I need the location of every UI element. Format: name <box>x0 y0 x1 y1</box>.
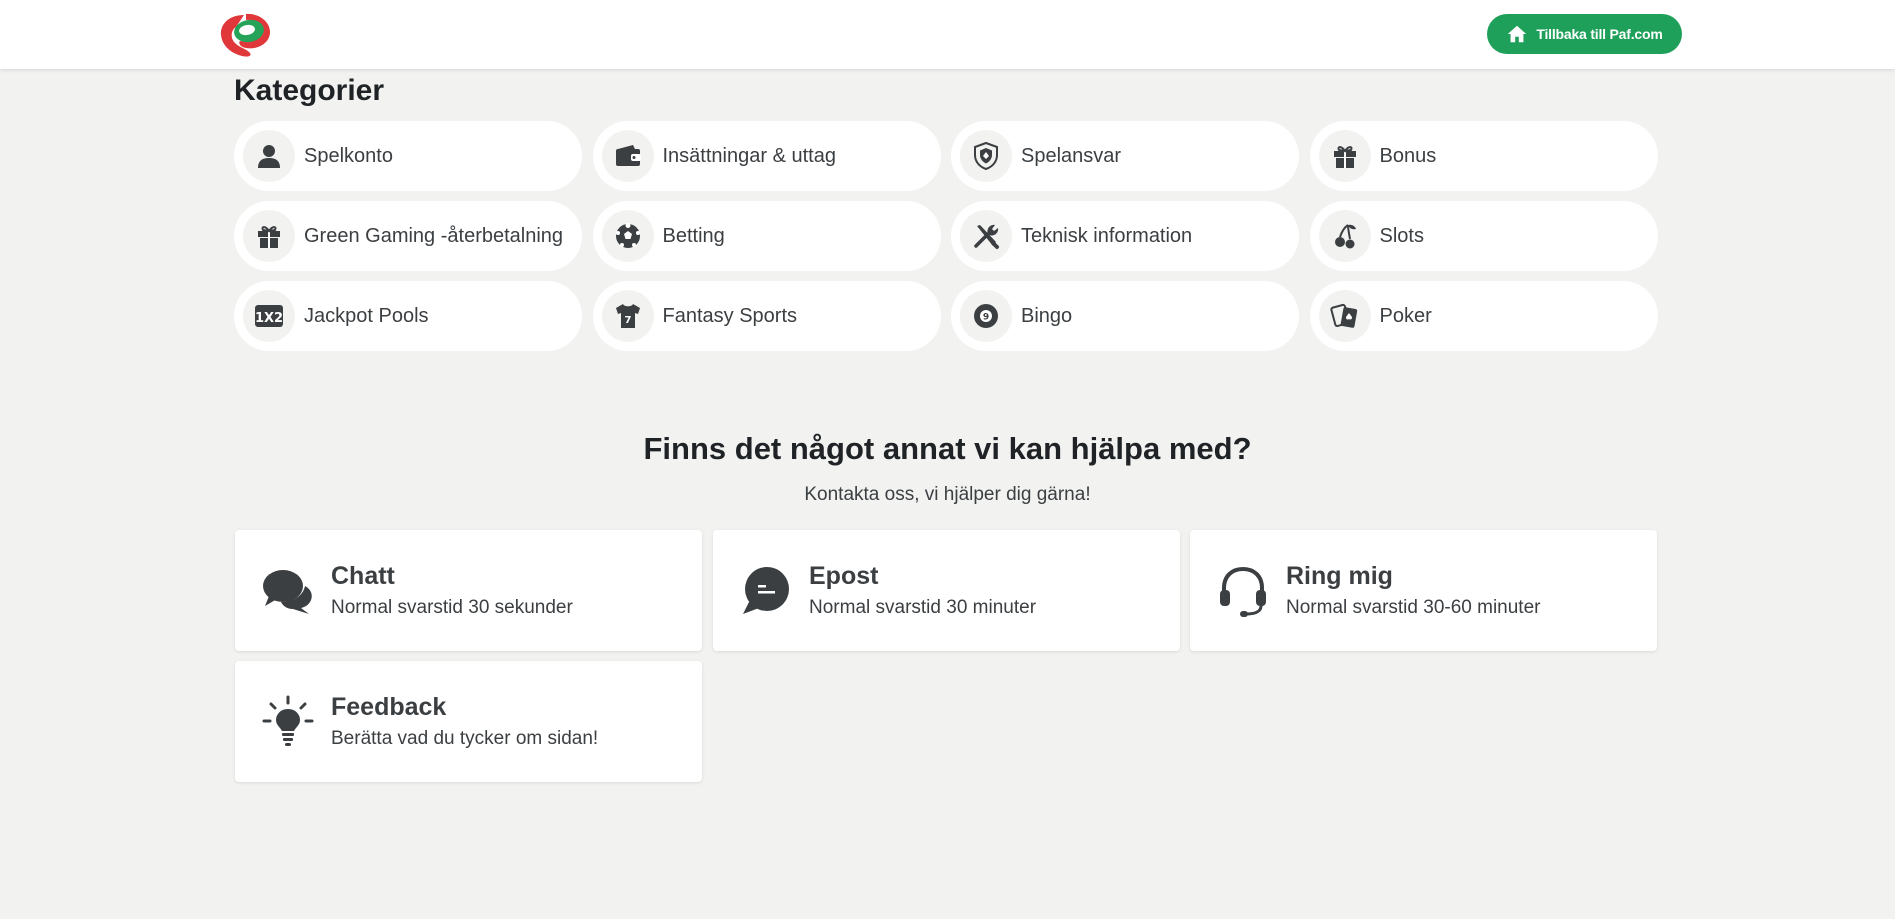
category-label: Poker <box>1379 304 1432 327</box>
category-label: Betting <box>662 224 725 247</box>
cherries-icon <box>1334 224 1356 249</box>
jersey-icon: 7 <box>615 304 640 328</box>
contact-title: Epost <box>809 562 879 590</box>
chat-bubbles-icon <box>263 569 312 614</box>
category-spelkonto[interactable]: Spelkonto <box>234 121 582 191</box>
bingo-ball-icon: 9 <box>974 304 998 328</box>
playing-cards-icon <box>1329 303 1357 328</box>
svg-text:7: 7 <box>624 315 631 326</box>
category-label: Green Gaming -återbetalning <box>304 224 564 247</box>
tools-icon <box>974 224 999 249</box>
gift-icon <box>1333 146 1356 168</box>
top-header: Tillbaka till Paf.com <box>0 0 1895 69</box>
category-slots[interactable]: Slots <box>1309 201 1658 271</box>
contact-title: Chatt <box>331 562 395 590</box>
category-bonus[interactable]: Bonus <box>1309 121 1658 191</box>
help-subtitle: Kontakta oss, vi hjälper dig gärna! <box>804 484 1091 505</box>
categories-title: Kategorier <box>234 74 385 107</box>
feedback-card[interactable]: Feedback Berätta vad du tycker om sidan! <box>235 661 702 782</box>
soccer-ball-icon <box>615 223 640 248</box>
back-button-label: Tillbaka till Paf.com <box>1536 26 1663 42</box>
category-green-gaming[interactable]: Green Gaming -återbetalning <box>234 201 582 271</box>
category-label: Bonus <box>1379 144 1437 167</box>
svg-text:1X2: 1X2 <box>255 311 283 326</box>
category-label: Spelansvar <box>1021 144 1122 167</box>
category-label: Bingo <box>1021 304 1073 327</box>
contact-title: Feedback <box>331 693 447 721</box>
category-fantasy-sports[interactable]: 7 Fantasy Sports <box>592 281 941 351</box>
contact-desc: Normal svarstid 30-60 minuter <box>1286 597 1541 618</box>
categories-grid: Spelkonto Insättningar & uttag Spelansva… <box>234 121 1658 351</box>
category-poker[interactable]: Poker <box>1309 281 1658 351</box>
category-label: Jackpot Pools <box>304 304 429 327</box>
1x2-icon: 1X2 <box>255 305 283 327</box>
gift-icon <box>258 226 280 248</box>
contact-chat-card[interactable]: Chatt Normal svarstid 30 sekunder <box>235 530 702 651</box>
lightbulb-icon <box>262 695 314 746</box>
shield-icon <box>974 141 998 171</box>
wallet-icon <box>615 145 641 166</box>
category-label: Teknisk information <box>1021 224 1193 247</box>
category-betting[interactable]: Betting <box>592 201 941 271</box>
category-label: Slots <box>1379 224 1424 247</box>
paf-logo[interactable] <box>218 12 274 58</box>
back-to-paf-button[interactable]: Tillbaka till Paf.com <box>1487 14 1682 54</box>
contact-email-card[interactable]: Epost Normal svarstid 30 minuter <box>713 530 1180 651</box>
message-icon <box>743 566 789 614</box>
contact-desc: Berätta vad du tycker om sidan! <box>331 728 599 749</box>
category-jackpot-pools[interactable]: 1X2 Jackpot Pools <box>234 281 582 351</box>
contact-call-card[interactable]: Ring mig Normal svarstid 30-60 minuter <box>1190 530 1657 651</box>
category-label: Spelkonto <box>304 144 393 167</box>
contact-desc: Normal svarstid 30 sekunder <box>331 597 573 618</box>
category-label: Insättningar & uttag <box>662 144 836 167</box>
svg-text:9: 9 <box>983 313 989 323</box>
contact-desc: Normal svarstid 30 minuter <box>809 597 1037 618</box>
home-icon <box>1508 25 1527 43</box>
category-bingo[interactable]: 9 Bingo <box>951 281 1299 351</box>
help-title: Finns det något annat vi kan hjälpa med? <box>643 431 1252 466</box>
contact-title: Ring mig <box>1286 562 1393 590</box>
user-icon <box>258 145 280 168</box>
category-spelansvar[interactable]: Spelansvar <box>951 121 1299 191</box>
category-teknisk-information[interactable]: Teknisk information <box>951 201 1299 271</box>
headset-icon <box>1220 566 1266 617</box>
category-insattningar-uttag[interactable]: Insättningar & uttag <box>592 121 941 191</box>
category-label: Fantasy Sports <box>662 304 798 327</box>
